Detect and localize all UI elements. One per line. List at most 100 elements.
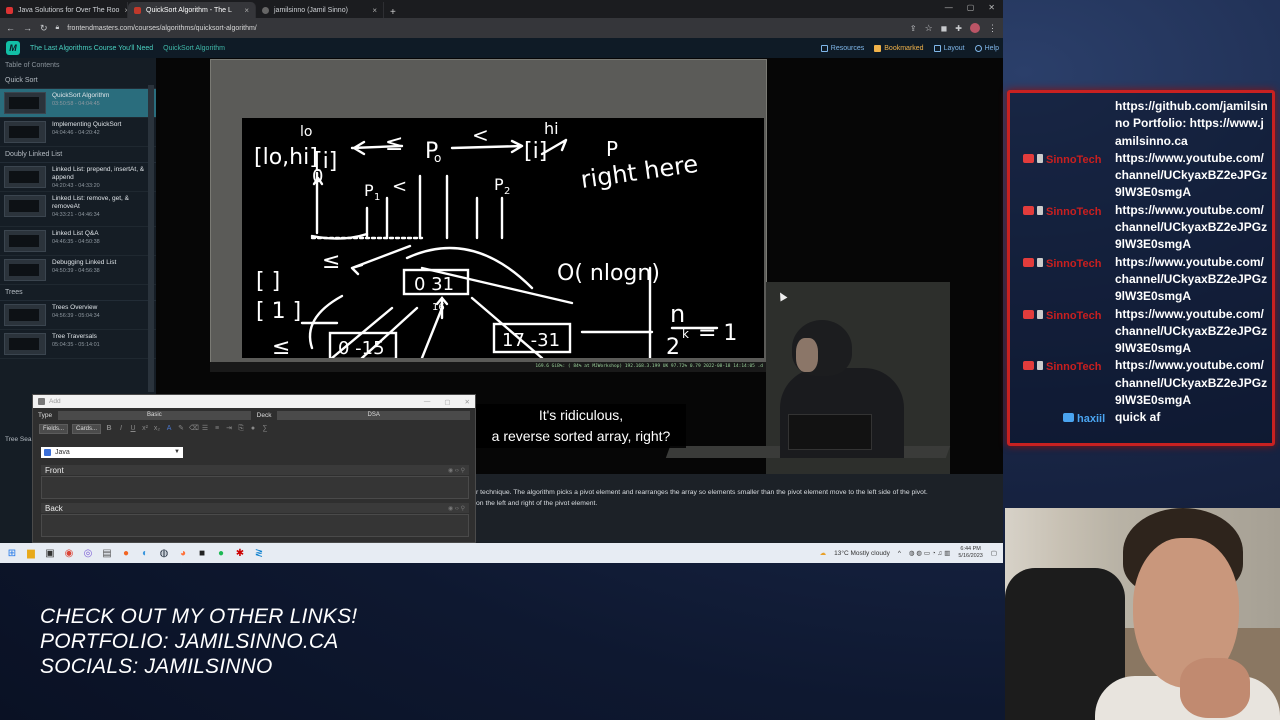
lesson-time: 04:04:46 - 04:20:42 bbox=[52, 130, 100, 136]
steam-icon[interactable]: ◍ bbox=[156, 545, 172, 561]
list-icon[interactable]: ☰ bbox=[201, 425, 209, 433]
lesson-linked-list-prepend[interactable]: Linked List: prepend, insertAt, & append… bbox=[0, 163, 156, 192]
tab-java-solutions[interactable]: Java Solutions for Over The Roo × bbox=[0, 2, 128, 18]
brave-icon[interactable]: ● bbox=[118, 545, 134, 561]
bookmarked-link[interactable]: Bookmarked bbox=[874, 44, 924, 52]
formula-icon[interactable]: ∑ bbox=[261, 425, 269, 433]
reload-icon[interactable]: ↻ bbox=[40, 23, 48, 34]
tray-chevron-icon[interactable]: ^ bbox=[898, 550, 901, 557]
clock[interactable]: 6:44 PM 5/16/2023 bbox=[958, 546, 982, 560]
tab-close-icon[interactable]: × bbox=[372, 6, 377, 15]
mod-badge-icon bbox=[1037, 153, 1043, 163]
microphone-icon[interactable]: ● bbox=[249, 425, 257, 433]
breadcrumb-course[interactable]: The Last Algorithms Course You'll Need bbox=[30, 45, 153, 52]
lesson-debugging-linked-list[interactable]: Debugging Linked List 04:50:39 - 04:56:38 bbox=[0, 256, 156, 285]
chrome-icon[interactable]: ◉ bbox=[61, 545, 77, 561]
vscode-icon[interactable]: ≷ bbox=[251, 545, 267, 561]
forward-icon[interactable]: → bbox=[23, 23, 32, 33]
italic-icon[interactable]: I bbox=[117, 425, 125, 433]
fields-button[interactable]: Fields... bbox=[39, 423, 69, 434]
lesson-title: Linked List: prepend, insertAt, & append bbox=[52, 166, 145, 181]
maximize-icon[interactable]: ▢ bbox=[967, 3, 975, 12]
type-select[interactable]: Basic bbox=[58, 410, 251, 420]
section-trees[interactable]: Trees bbox=[0, 285, 156, 301]
tab-github[interactable]: jamilsinno (Jamil Sinno) × bbox=[256, 2, 384, 18]
mod-badge-icon bbox=[1037, 309, 1043, 319]
frontend-masters-logo[interactable]: M bbox=[6, 41, 20, 55]
numbered-list-icon[interactable]: ≡ bbox=[213, 425, 221, 433]
broadcaster-badge-icon bbox=[1023, 205, 1034, 215]
maximize-icon[interactable]: ▢ bbox=[444, 398, 450, 406]
firefox-icon[interactable]: ◕ bbox=[175, 545, 191, 561]
tray-app-icons[interactable]: ◍ ◍ ▭ ◔ ♫ ▥ bbox=[909, 549, 950, 557]
cards-button[interactable]: Cards... bbox=[72, 423, 102, 434]
help-link[interactable]: Help bbox=[974, 44, 999, 52]
quicksort-sketch: [lo,hi] [i] lo 0 ≤ P o < [i] hi P right … bbox=[254, 119, 737, 358]
sidebar-scrollbar[interactable] bbox=[148, 85, 154, 392]
puzzle-icon[interactable]: ✚ bbox=[955, 24, 962, 33]
obs-icon[interactable]: ◎ bbox=[80, 545, 96, 561]
bold-icon[interactable]: B bbox=[105, 425, 113, 433]
minimize-icon[interactable]: — bbox=[945, 3, 953, 12]
breadcrumb-lesson[interactable]: QuickSort Algorithm bbox=[163, 45, 225, 52]
superscript-icon[interactable]: x² bbox=[141, 425, 149, 433]
weather-text[interactable]: 13°C Mostly cloudy bbox=[834, 550, 890, 557]
subscript-icon[interactable]: x₂ bbox=[153, 425, 161, 433]
resources-link[interactable]: Resources bbox=[820, 44, 864, 52]
lesson-quicksort-algorithm[interactable]: QuickSort Algorithm 03:50:58 - 04:04:45 bbox=[0, 89, 156, 118]
svg-text:o: o bbox=[434, 151, 441, 165]
close-icon[interactable]: ✕ bbox=[988, 3, 995, 12]
bookmarked-label: Bookmarked bbox=[884, 44, 924, 52]
spotify-icon[interactable]: ● bbox=[213, 545, 229, 561]
language-select[interactable]: Java ▼ bbox=[41, 447, 183, 458]
windows-start-icon[interactable]: ⊞ bbox=[4, 545, 20, 561]
anki-taskbar-icon[interactable]: ✱ bbox=[232, 545, 248, 561]
star-icon[interactable]: ☆ bbox=[925, 23, 933, 34]
attach-icon[interactable]: ⎘ bbox=[237, 425, 245, 433]
back-icon[interactable]: ← bbox=[6, 23, 15, 33]
extension-icon[interactable]: ◼ bbox=[941, 24, 948, 33]
chat-username: SinnoTech bbox=[1046, 309, 1102, 322]
layout-link[interactable]: Layout bbox=[933, 44, 965, 52]
lesson-implementing-quicksort[interactable]: Implementing QuickSort 04:04:46 - 04:20:4… bbox=[0, 118, 156, 147]
lesson-linked-list-remove[interactable]: Linked List: remove, get, & removeAt 04:3… bbox=[0, 192, 156, 227]
back-field[interactable] bbox=[41, 514, 469, 537]
section-tree-search[interactable]: Tree Sea bbox=[0, 394, 32, 443]
windows-taskbar: ⊞ ▆ ▣ ◉ ◎ ▤ ● ◐ ◍ ◕ ■ ● ✱ ≷ ☁ 13°C Mostl… bbox=[0, 543, 1003, 563]
lesson-linked-list-qa[interactable]: Linked List Q&A 04:46:35 - 04:50:38 bbox=[0, 227, 156, 256]
lesson-tree-traversals[interactable]: Tree Traversals 05:04:35 - 05:14:01 bbox=[0, 330, 156, 359]
lesson-trees-overview[interactable]: Trees Overview 04:56:39 - 05:04:34 bbox=[0, 301, 156, 330]
file-explorer-icon[interactable]: ▆ bbox=[23, 545, 39, 561]
new-tab-button[interactable]: + bbox=[384, 7, 402, 18]
front-field[interactable] bbox=[41, 476, 469, 499]
tab-close-icon[interactable]: × bbox=[244, 6, 249, 15]
close-icon[interactable]: ✕ bbox=[465, 398, 470, 406]
calculator-icon[interactable]: ▤ bbox=[99, 545, 115, 561]
field-options-icon[interactable]: ◉ ‹› ⚲ bbox=[448, 505, 469, 512]
eraser-icon[interactable]: ⌫ bbox=[189, 425, 199, 433]
menu-icon[interactable]: ⋮ bbox=[988, 23, 997, 34]
profile-avatar[interactable] bbox=[970, 23, 980, 33]
minimize-icon[interactable]: — bbox=[424, 398, 431, 406]
indent-icon[interactable]: ⇥ bbox=[225, 425, 233, 433]
section-doubly-linked-list[interactable]: Doubly Linked List bbox=[0, 147, 156, 163]
underline-icon[interactable]: U bbox=[129, 425, 137, 433]
section-quick-sort[interactable]: Quick Sort bbox=[0, 73, 156, 89]
terminal-icon[interactable]: ▣ bbox=[42, 545, 58, 561]
lesson-title: Linked List: remove, get, & removeAt bbox=[52, 195, 129, 210]
tab-quicksort[interactable]: QuickSort Algorithm - The L × bbox=[128, 2, 256, 18]
type-deck-row: Type Basic Deck DSA bbox=[33, 408, 475, 422]
highlight-icon[interactable]: ✎ bbox=[177, 425, 185, 433]
text-color-icon[interactable]: A bbox=[165, 425, 173, 433]
share-icon[interactable]: ⇪ bbox=[910, 24, 917, 33]
svg-text:hi: hi bbox=[544, 119, 559, 138]
app-icon[interactable]: ■ bbox=[194, 545, 210, 561]
edge-icon[interactable]: ◐ bbox=[137, 545, 153, 561]
notification-icon[interactable]: ▢ bbox=[991, 549, 997, 557]
deck-select[interactable]: DSA bbox=[277, 410, 470, 420]
field-options-icon[interactable]: ◉ ‹› ⚲ bbox=[448, 467, 469, 474]
sidebar-lower: Tree Sea bbox=[0, 394, 32, 543]
chevron-down-icon: ▼ bbox=[174, 449, 180, 455]
url-field[interactable]: frontendmasters.com/courses/algorithms/q… bbox=[67, 25, 902, 32]
chat-badge-icon bbox=[1063, 413, 1074, 423]
